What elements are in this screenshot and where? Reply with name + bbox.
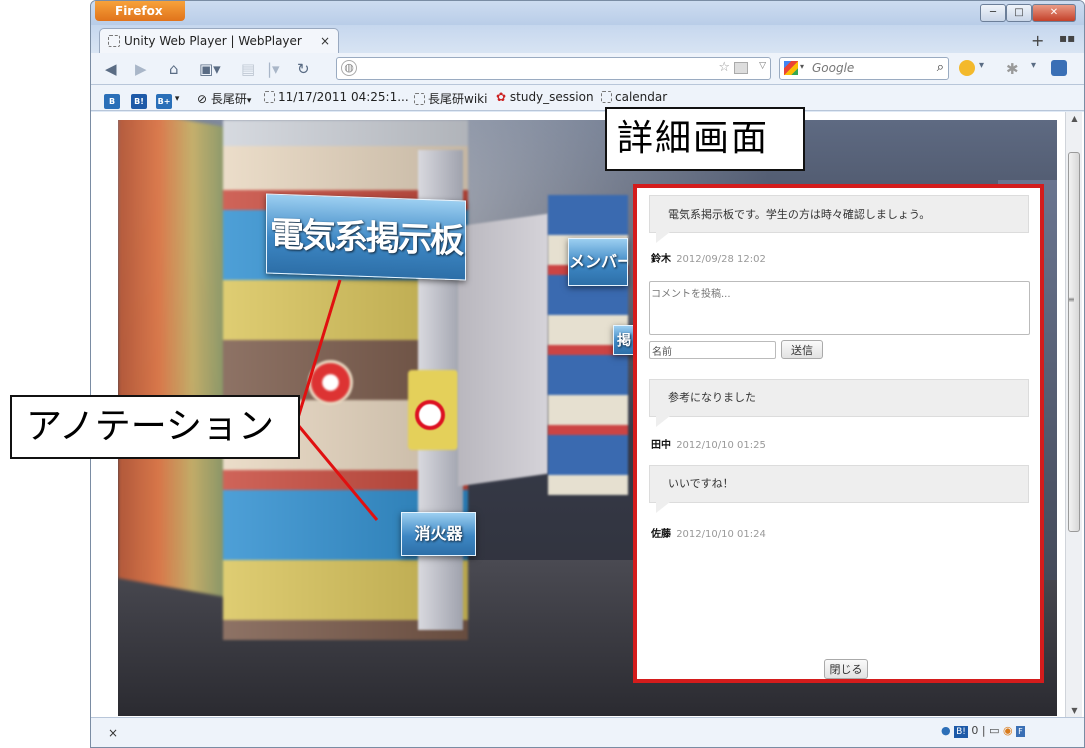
close-addon-bar-icon[interactable]: × — [108, 726, 118, 740]
comment-meta: 田中 2012/10/10 01:25 — [651, 436, 766, 451]
firefox-status-icon[interactable]: ◉ — [1003, 724, 1013, 737]
addon-face-icon[interactable] — [959, 60, 975, 76]
scroll-up-icon[interactable]: ▲ — [1066, 114, 1083, 123]
comment-text: 参考になりました — [668, 391, 756, 404]
search-engine-icon[interactable] — [784, 61, 798, 75]
scroll-down-icon[interactable]: ▼ — [1066, 706, 1083, 715]
address-bar[interactable]: ◍ ☆ ▽ — [336, 57, 771, 80]
tab-title: Unity Web Player | WebPlayer — [124, 34, 302, 48]
hallway-wall — [458, 213, 548, 487]
annotation-board-label[interactable]: 電気系掲示板 — [266, 193, 466, 281]
comment-bubble: いいですね！ — [649, 465, 1029, 513]
url-dropdown-icon[interactable]: ▽ — [759, 61, 766, 71]
reload-icon[interactable]: ↻ — [297, 60, 310, 78]
hatena-bookmark-icon[interactable]: B — [104, 94, 120, 109]
bookmark-calendar[interactable]: calendar — [601, 90, 667, 104]
hatena-status-icon[interactable]: B! — [954, 726, 968, 738]
comment-time: 2012/09/28 12:02 — [676, 254, 766, 265]
comment-author: 鈴木 — [651, 254, 671, 265]
addon2-dropdown-icon[interactable]: ▾ — [1031, 60, 1036, 71]
firefox-menu-button[interactable]: Firefox — [95, 1, 185, 21]
chat-icon[interactable]: ● — [941, 724, 951, 737]
tab-unity-webplayer[interactable]: Unity Web Player | WebPlayer × — [99, 28, 339, 53]
page-icon — [414, 93, 425, 105]
home-icon[interactable]: ⌂ — [169, 60, 179, 78]
tab-close-button[interactable]: × — [320, 34, 330, 48]
back-icon[interactable]: ◀ — [105, 60, 117, 78]
list-all-tabs-icon[interactable]: ▪▪ — [1059, 31, 1075, 45]
annotation-partial-label[interactable]: 掲 — [613, 325, 635, 355]
tab-strip: Unity Web Player | WebPlayer × + ▪▪ — [91, 25, 1084, 53]
bookmark-nagao-wiki[interactable]: 長尾研wiki — [414, 90, 487, 107]
minimize-button[interactable]: ─ — [980, 4, 1006, 22]
bookmark-study-session[interactable]: ✿ study_session — [496, 90, 594, 104]
comment-text: いいですね！ — [668, 477, 734, 490]
history-dropdown-icon[interactable]: |▾ — [267, 60, 280, 78]
scroll-grip-icon: ≡ — [1068, 295, 1075, 304]
callout-detail: 詳細画面 — [605, 107, 805, 171]
comment-author: 佐藤 — [651, 529, 671, 540]
send-button[interactable]: 送信 — [781, 340, 823, 359]
bookmark-date[interactable]: 11/17/2011 04:25:1... — [264, 90, 409, 104]
feed-icon[interactable] — [734, 62, 748, 74]
maximize-button[interactable]: □ — [1006, 4, 1032, 22]
addon-dropdown-icon[interactable]: ▾ — [979, 60, 984, 71]
comment-bubble: 電気系掲示板です。学生の方は時々確認しましょう。 — [649, 195, 1029, 243]
page-icon — [264, 91, 275, 103]
bookmark-star-icon[interactable]: ☆ — [718, 60, 730, 75]
search-engine-dropdown-icon[interactable]: ▾ — [800, 62, 804, 71]
close-window-button[interactable]: ✕ — [1032, 4, 1076, 22]
fvd-status-icon[interactable]: F — [1016, 726, 1025, 737]
addon-puzzle-icon[interactable]: ✱ — [1006, 60, 1019, 78]
vertical-scrollbar[interactable]: ▲ ≡ ▼ — [1065, 112, 1082, 717]
detail-panel: 電気系掲示板です。学生の方は時々確認しましょう。 鈴木 2012/09/28 1… — [633, 184, 1044, 683]
page-icon — [108, 35, 120, 47]
no-smoking-icon — [415, 400, 445, 430]
comment-text: 電気系掲示板です。学生の方は時々確認しましょう。 — [668, 208, 931, 221]
comment-author: 田中 — [651, 440, 671, 451]
comment-input[interactable] — [649, 281, 1030, 335]
scroll-thumb[interactable] — [1068, 152, 1080, 532]
status-bar: × ● B! 0 | ▭ ◉ F — [91, 717, 1084, 747]
history-icon[interactable]: ▤ — [241, 60, 255, 78]
comment-meta: 鈴木 2012/09/28 12:02 — [651, 250, 766, 265]
comment-time: 2012/10/10 01:25 — [676, 440, 766, 451]
bookmark-nagao-lab[interactable]: ⊘ 長尾研▾ — [197, 90, 251, 107]
title-bar: Firefox ─ □ ✕ — [91, 1, 1084, 25]
search-placeholder: Google — [812, 61, 855, 75]
annotation-fire-extinguisher-label[interactable]: 消火器 — [401, 512, 476, 556]
search-bar[interactable]: ▾ Google ⌕ — [779, 57, 949, 80]
bookmarks-toolbar: B B! B+ ▾ ⊘ 長尾研▾ 11/17/2011 04:25:1... 長… — [91, 85, 1084, 111]
status-count: 0 | ▭ — [971, 724, 1000, 737]
callout-annotation: アノテーション — [10, 395, 300, 459]
fvd-icon[interactable] — [1051, 60, 1067, 76]
navigation-bar: ◀ ▶ ⌂ ▣▾ ▤ |▾ ↻ ◍ ☆ ▽ ▾ Google ⌕ ▾ ✱ ▾ — [91, 53, 1084, 85]
comment-meta: 佐藤 2012/10/10 01:24 — [651, 525, 766, 540]
close-panel-button[interactable]: 閉じる — [824, 659, 868, 679]
page-icon — [601, 91, 612, 103]
new-tab-button[interactable]: + — [1031, 31, 1044, 50]
fire-extinguisher-sign — [308, 360, 353, 405]
hatena-bplus-icon[interactable]: B+ — [156, 94, 172, 109]
browser-window: Firefox ─ □ ✕ Unity Web Player | WebPlay… — [90, 0, 1085, 748]
name-input[interactable] — [649, 341, 776, 359]
search-icon[interactable]: ⌕ — [937, 60, 944, 75]
bookmark-menu-icon[interactable]: ▣▾ — [199, 60, 221, 78]
annotation-member-label[interactable]: メンバー募 — [568, 238, 628, 286]
hatena-b-icon[interactable]: B! — [131, 94, 147, 109]
status-icons: ● B! 0 | ▭ ◉ F — [941, 724, 1025, 738]
site-identity-icon[interactable]: ◍ — [341, 60, 357, 76]
tag-icon: ⊘ — [197, 92, 211, 106]
forward-icon[interactable]: ▶ — [135, 60, 147, 78]
comment-bubble: 参考になりました — [649, 379, 1029, 427]
comment-time: 2012/10/10 01:24 — [676, 529, 766, 540]
study-session-icon: ✿ — [496, 90, 510, 104]
